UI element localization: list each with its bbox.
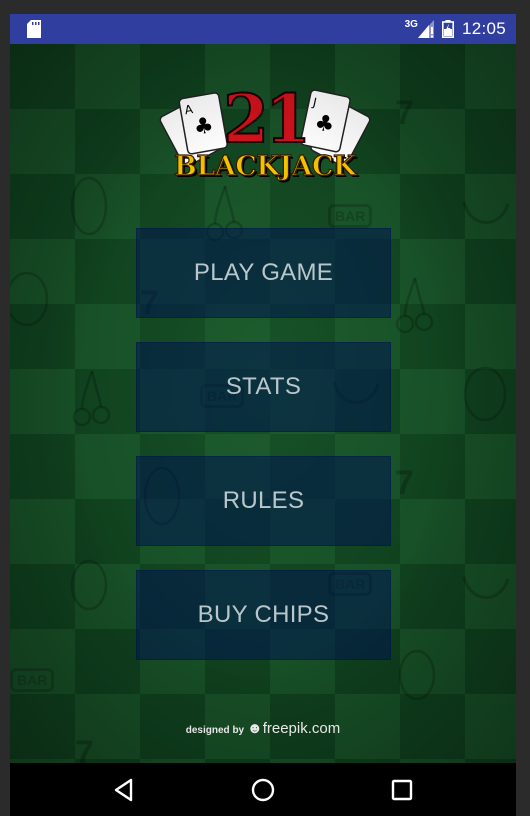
- cherry-symbol: [72, 370, 111, 427]
- status-icons: 3G 12:05: [405, 14, 506, 44]
- plum-symbol: [398, 649, 436, 701]
- rules-button[interactable]: RULES: [136, 456, 391, 546]
- lemon-symbol: [70, 176, 108, 236]
- sd-card-icon: [27, 20, 41, 38]
- plum-symbol: [70, 559, 108, 611]
- logo-number: 21: [222, 80, 312, 158]
- seven-symbol: 7: [75, 734, 94, 763]
- cherry-symbol: [395, 277, 434, 334]
- logo-word: BLACKJACK: [173, 151, 357, 182]
- signal-icon: [417, 20, 434, 38]
- buy-chips-button[interactable]: BUY CHIPS: [136, 570, 391, 660]
- back-icon[interactable]: [111, 777, 137, 803]
- play-game-button[interactable]: PLAY GAME: [136, 228, 391, 318]
- clock: 12:05: [461, 19, 506, 38]
- watermelon-symbol: [463, 366, 507, 422]
- seven-symbol: 7: [395, 464, 414, 502]
- navigation-bar: [10, 763, 516, 816]
- credit-prefix: designed by: [185, 725, 245, 736]
- battery-icon: [441, 20, 454, 38]
- status-bar: 3G 12:05: [10, 14, 516, 44]
- banana-symbol: [462, 201, 510, 224]
- main-menu-screen: 7 7 7 7 BAR BAR BAR BAR: [10, 44, 516, 763]
- blackjack-logo: A ♣ J ♣ 21 BLACKJACK: [150, 80, 380, 188]
- seven-symbol: 7: [395, 94, 414, 132]
- home-icon[interactable]: [250, 777, 276, 803]
- bar-symbol: BAR: [328, 204, 373, 228]
- stats-button[interactable]: STATS: [136, 342, 391, 432]
- freepik-credit: designed by ☻freepik.com: [10, 720, 516, 737]
- network-type: 3G: [404, 18, 418, 30]
- bar-symbol: BAR: [10, 668, 55, 692]
- freepik-logo-icon: ☻: [246, 720, 263, 737]
- recents-icon[interactable]: [389, 777, 415, 803]
- watermelon-symbol: [10, 271, 49, 327]
- banana-symbol: [462, 576, 510, 599]
- credit-brand: freepik.com: [262, 720, 341, 737]
- device-frame: 3G 12:05 7 7 7 7 BAR BAR BAR BAR: [0, 0, 530, 816]
